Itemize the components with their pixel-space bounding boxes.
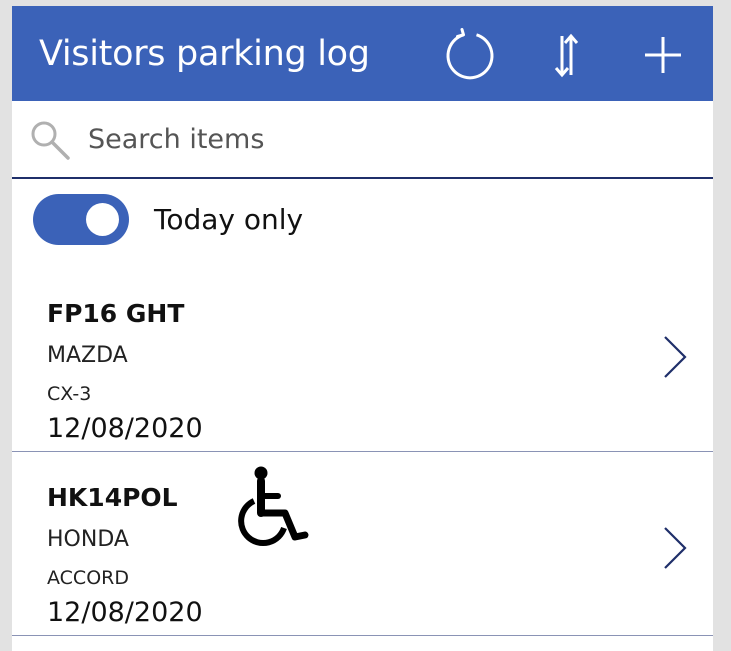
today-only-label: Today only bbox=[154, 203, 304, 236]
search-icon bbox=[31, 121, 70, 160]
refresh-icon bbox=[446, 28, 494, 80]
list-item[interactable]: HK14POL HONDA ACCORD 12/08/2020 bbox=[12, 452, 713, 636]
chevron-right-icon[interactable] bbox=[660, 525, 690, 571]
search-bar bbox=[12, 101, 713, 179]
toggle-knob bbox=[86, 203, 119, 236]
item-make: HONDA bbox=[47, 527, 129, 552]
list-item[interactable]: FP16 GHT MAZDA CX-3 12/08/2020 bbox=[12, 268, 713, 452]
search-input[interactable] bbox=[88, 119, 688, 159]
today-only-toggle[interactable] bbox=[33, 194, 129, 245]
item-date: 12/08/2020 bbox=[47, 413, 203, 444]
header-bar: Visitors parking log bbox=[12, 6, 713, 101]
item-plate: HK14POL bbox=[47, 483, 178, 512]
refresh-button[interactable] bbox=[443, 28, 497, 82]
add-icon bbox=[645, 37, 681, 73]
item-make: MAZDA bbox=[47, 343, 128, 368]
today-filter-row: Today only bbox=[12, 179, 713, 261]
chevron-right-icon[interactable] bbox=[660, 334, 690, 380]
sort-button[interactable] bbox=[539, 28, 593, 82]
item-model: CX-3 bbox=[47, 383, 92, 405]
item-plate: FP16 GHT bbox=[47, 299, 185, 328]
item-model: ACCORD bbox=[47, 567, 129, 589]
item-date: 12/08/2020 bbox=[47, 597, 203, 628]
page-title: Visitors parking log bbox=[39, 34, 370, 74]
wheelchair-icon bbox=[238, 466, 309, 546]
app-screen: Visitors parking log Search items Today … bbox=[12, 6, 713, 651]
sort-icon bbox=[554, 33, 579, 78]
add-button[interactable] bbox=[636, 28, 690, 82]
